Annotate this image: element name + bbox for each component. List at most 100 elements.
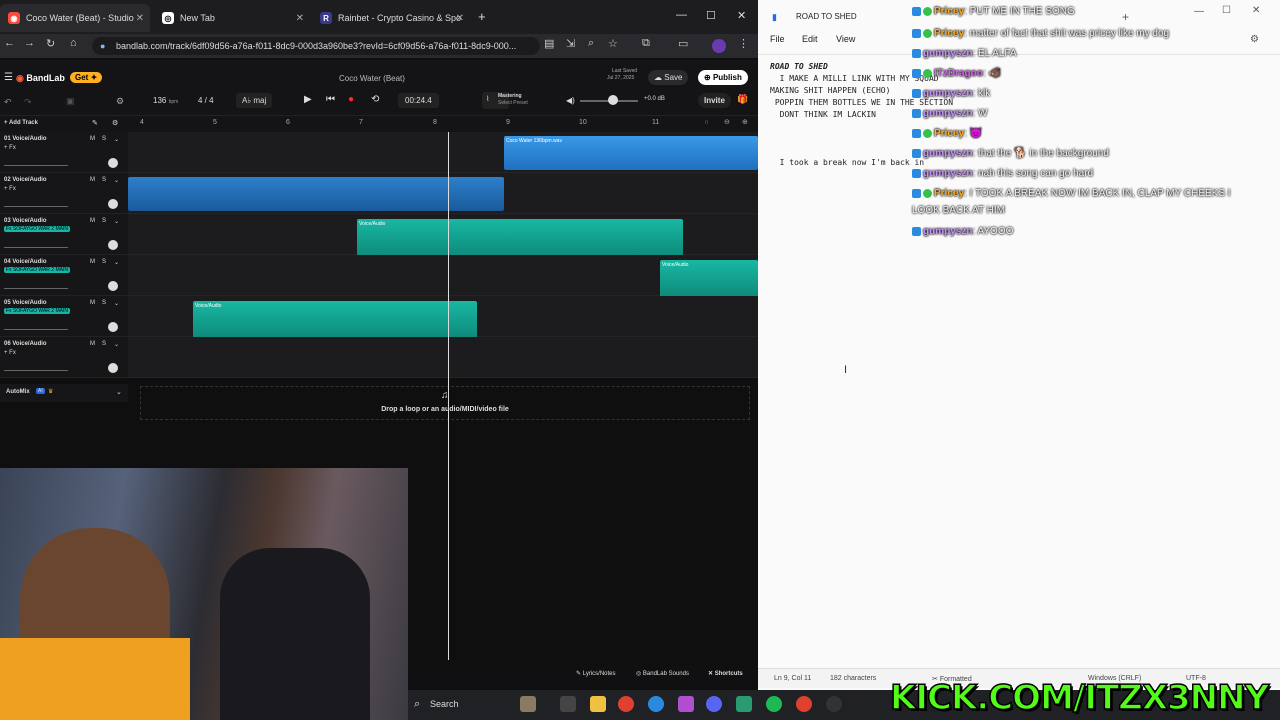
chevron-down-icon[interactable]: ⌄	[114, 177, 119, 184]
track-volume-slider[interactable]	[4, 288, 68, 289]
solo-button[interactable]: S	[102, 218, 106, 224]
chevron-down-icon[interactable]: ⌄	[114, 300, 119, 307]
minimize-icon[interactable]: —	[676, 9, 687, 21]
solo-button[interactable]: S	[102, 259, 106, 265]
obs-icon[interactable]	[826, 696, 842, 712]
mute-button[interactable]: M	[90, 300, 95, 306]
menu-view[interactable]: View	[836, 34, 855, 44]
sidepanel-icon[interactable]: ▤	[544, 37, 554, 50]
new-tab-icon[interactable]: +	[478, 9, 486, 24]
magnet-icon[interactable]: ∩	[704, 119, 709, 126]
settings-gear-icon[interactable]: ⚙	[1250, 34, 1259, 45]
edge-icon[interactable]	[648, 696, 664, 712]
audio-clip[interactable]: Coco Water 136bpm.wav	[504, 136, 758, 170]
track-header[interactable]: 03 Voice/Audio Fx SOFAYGO WAR 2 MAIN M S ⌄	[0, 214, 128, 255]
cast-icon[interactable]: ▭	[678, 37, 688, 50]
metronome-icon[interactable]: ▣	[66, 96, 75, 107]
minimize-icon[interactable]: —	[1194, 6, 1204, 17]
close-icon[interactable]: ✕	[136, 13, 144, 24]
play-icon[interactable]: ▶	[304, 94, 312, 105]
playhead[interactable]	[448, 132, 449, 660]
pan-knob[interactable]	[108, 158, 118, 168]
track-volume-slider[interactable]	[4, 165, 68, 166]
bandlab-sounds-button[interactable]: ◎ BandLab Sounds	[636, 670, 689, 677]
audio-clip[interactable]: Voice/Audio	[357, 219, 683, 256]
loop-icon[interactable]: ⟲	[371, 94, 379, 105]
track-lane[interactable]: Coco Water 136bpm.wav	[128, 132, 758, 173]
track-header[interactable]: 02 Voice/Audio + Fx M S ⌄	[0, 173, 128, 214]
master-volume-knob[interactable]	[608, 95, 618, 105]
publish-button[interactable]: ⊕ Publish	[698, 70, 748, 85]
lyrics-notes-button[interactable]: ✎ Lyrics/Notes	[576, 670, 616, 677]
chrome-icon[interactable]	[618, 696, 634, 712]
forward-icon[interactable]: →	[24, 37, 35, 49]
fx-button[interactable]: + Fx	[4, 350, 16, 356]
home-icon[interactable]: ⌂	[70, 37, 77, 49]
edit-tool-icon[interactable]: ✎	[92, 119, 98, 127]
menu-edit[interactable]: Edit	[802, 34, 818, 44]
fx-button[interactable]: + Fx	[4, 186, 16, 192]
track-header[interactable]: 01 Voice/Audio + Fx M S ⌄	[0, 132, 128, 173]
install-icon[interactable]: ⇲	[566, 37, 575, 50]
fx-button[interactable]: + Fx	[4, 145, 16, 151]
skip-back-icon[interactable]: ⏮	[326, 94, 335, 105]
track-header[interactable]: 05 Voice/Audio Fx SOFAYGO WAR 2 MAIN M S ⌄	[0, 296, 128, 337]
fx-chip[interactable]: Fx SOFAYGO WAR 2 MAIN	[4, 308, 70, 314]
app-icon[interactable]	[678, 696, 694, 712]
widget-icon[interactable]	[520, 696, 536, 712]
task-view-icon[interactable]	[560, 696, 576, 712]
site-info-icon[interactable]: ●	[100, 37, 105, 55]
track-volume-slider[interactable]	[4, 329, 68, 330]
chrome-icon[interactable]	[796, 696, 812, 712]
chevron-down-icon[interactable]: ⌄	[114, 136, 119, 143]
undo-icon[interactable]: ↶	[4, 97, 12, 108]
terminal-icon[interactable]	[854, 696, 870, 712]
pan-knob[interactable]	[108, 281, 118, 291]
track-settings-icon[interactable]: ⚙	[112, 119, 118, 127]
tab-new-tab[interactable]: ◎ New Tab ✕	[154, 4, 310, 32]
new-tab-icon[interactable]: +	[1122, 10, 1129, 24]
url-input[interactable]: ● bandlab.com/track/6df09d56-a76a-f011-8…	[92, 37, 540, 55]
mute-button[interactable]: M	[90, 259, 95, 265]
window-close-icon[interactable]: ✕	[737, 9, 746, 22]
track-header[interactable]: 06 Voice/Audio + Fx M S ⌄	[0, 337, 128, 378]
maximize-icon[interactable]: ☐	[706, 9, 716, 22]
pan-knob[interactable]	[108, 240, 118, 250]
save-button[interactable]: ☁ Save	[648, 70, 689, 85]
record-icon[interactable]: ●	[348, 94, 354, 105]
chevron-down-icon[interactable]: ⌄	[114, 218, 119, 225]
maximize-icon[interactable]: ☐	[1222, 5, 1231, 16]
get-premium-button[interactable]: Get ✦	[70, 72, 103, 83]
bandlab-logo[interactable]: ◉ BandLab	[16, 73, 65, 84]
pan-knob[interactable]	[108, 322, 118, 332]
file-explorer-icon[interactable]	[590, 696, 606, 712]
bpm-field[interactable]: 136 bpm	[153, 96, 178, 105]
mute-button[interactable]: M	[90, 218, 95, 224]
discord-icon[interactable]	[706, 696, 722, 712]
redo-icon[interactable]: ↷	[24, 97, 32, 108]
mastering-selector[interactable]: Mastering Select Preset ⌇	[482, 92, 528, 109]
close-icon[interactable]: ✕	[296, 13, 304, 24]
extensions-icon[interactable]: ⧉	[642, 37, 650, 50]
chevron-down-icon[interactable]: ⌄	[114, 259, 119, 266]
shortcuts-button[interactable]: ✕ Shortcuts	[708, 670, 743, 677]
gift-icon[interactable]: 🎁	[737, 94, 748, 105]
key-selector[interactable]: A♭ maj	[236, 93, 273, 108]
mute-button[interactable]: M	[90, 136, 95, 142]
menu-icon[interactable]: ☰	[4, 72, 13, 83]
drop-zone[interactable]: ♫ Drop a loop or an audio/MIDI/video fil…	[140, 386, 750, 420]
solo-button[interactable]: S	[102, 136, 106, 142]
fx-chip[interactable]: Fx SOFAYGO WAR 2 MAIN	[4, 267, 70, 273]
zoom-icon[interactable]: ⌕	[588, 37, 594, 50]
track-lane[interactable]	[128, 337, 758, 378]
browser-menu-icon[interactable]: ⋮	[738, 37, 749, 50]
back-icon[interactable]: ←	[4, 37, 15, 49]
audio-clip[interactable]: Voice/Audio	[193, 301, 477, 338]
mute-button[interactable]: M	[90, 341, 95, 347]
zoom-out-icon[interactable]: ⊖	[724, 118, 730, 126]
track-volume-slider[interactable]	[4, 370, 68, 371]
timeline-ruler[interactable]: 4 5 6 7 8 9 10 11 ∩ ⊖ ⊕	[128, 116, 758, 132]
reload-icon[interactable]: ↻	[46, 37, 55, 50]
menu-file[interactable]: File	[770, 34, 785, 44]
track-lane[interactable]	[128, 173, 758, 214]
